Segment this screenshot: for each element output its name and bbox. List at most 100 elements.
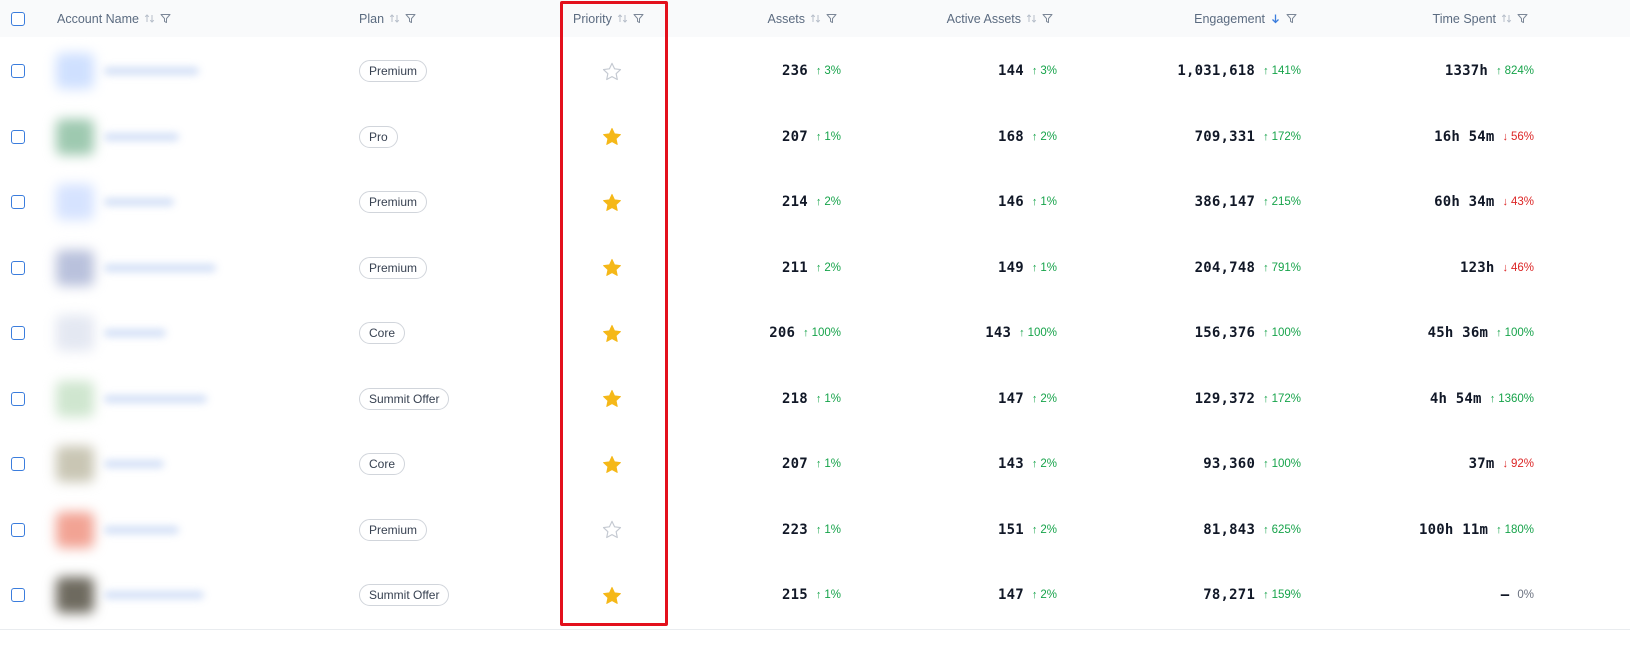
assets-cell: 207 ↑ 1% [782, 430, 841, 498]
active-assets-cell: 149 ↑ 1% [998, 234, 1057, 302]
priority-star-icon[interactable] [602, 193, 622, 212]
sort-icon[interactable] [144, 13, 155, 24]
table-row[interactable]: Core 207 ↑1% 143 ↑2% 93,360 ↑100% 37m [0, 430, 1630, 499]
header-plan[interactable]: Plan [359, 0, 416, 37]
account-name-redacted[interactable] [104, 394, 207, 403]
sort-descending-icon[interactable] [1270, 13, 1281, 24]
engagement-value: 386,147 [1194, 194, 1256, 210]
filter-icon[interactable] [1042, 13, 1053, 24]
sort-icon[interactable] [389, 13, 400, 24]
row-checkbox[interactable] [11, 260, 25, 275]
priority-star-icon[interactable] [602, 258, 622, 277]
account-name-redacted[interactable] [104, 460, 164, 468]
engagement-cell: 386,147 ↑ 215% [1195, 168, 1301, 236]
row-checkbox[interactable] [11, 522, 25, 537]
filter-icon[interactable] [1517, 13, 1528, 24]
account-name-cell[interactable] [49, 233, 264, 302]
account-name-cell[interactable] [49, 299, 264, 367]
priority-star-icon[interactable] [602, 520, 622, 539]
filter-icon[interactable] [405, 13, 416, 24]
priority-star-icon[interactable] [602, 389, 622, 408]
assets-delta: ↑ 2% [816, 196, 841, 208]
select-all-checkbox[interactable] [11, 11, 25, 26]
priority-cell [602, 103, 622, 171]
row-checkbox[interactable] [11, 326, 25, 340]
filter-icon[interactable] [160, 13, 171, 24]
table-row[interactable]: Premium 236 ↑ 3% 144 ↑ 3% 1,031,618 ↑ 141% [0, 37, 1630, 106]
sort-icon[interactable] [810, 13, 821, 24]
assets-delta-value: 100% [811, 327, 841, 339]
priority-star-icon[interactable] [602, 586, 622, 605]
engagement-delta-value: 172% [1271, 392, 1301, 405]
active-assets-cell: 151 ↑ 2% [998, 496, 1057, 564]
account-name-cell[interactable] [49, 102, 264, 171]
engagement-value: 204,748 [1194, 259, 1256, 276]
active-assets-value: 168 [997, 128, 1024, 145]
account-name-cell[interactable] [49, 364, 264, 433]
engagement-cell: 204,748 ↑ 791% [1195, 234, 1301, 302]
active-assets-cell: 147 ↑ 2% [998, 365, 1057, 433]
active-assets-delta-value: 2% [1040, 458, 1057, 470]
account-name-redacted[interactable] [104, 591, 204, 599]
account-name-cell[interactable] [49, 168, 264, 236]
time-spent-cell: 16h 54m ↓ 56% [1434, 103, 1534, 171]
filter-icon[interactable] [1286, 13, 1297, 24]
account-name-cell[interactable] [49, 430, 264, 498]
time-spent-delta-value: 56% [1510, 130, 1534, 143]
filter-icon[interactable] [826, 13, 837, 24]
table-row[interactable]: Premium 214 ↑2% 146 ↑1% 386,147 ↑215% [0, 168, 1630, 237]
account-name-cell[interactable] [49, 495, 264, 564]
table-row[interactable]: Premium 211 ↑2% 149 ↑1% 204,748 ↑791% [0, 233, 1630, 303]
active-assets-delta: ↑ 3% [1032, 65, 1057, 77]
plan-badge: Core [359, 453, 406, 475]
header-active-assets[interactable]: Active Assets [947, 0, 1053, 37]
header-assets[interactable]: Assets [767, 0, 837, 37]
table-row[interactable]: Core 206 ↑ 100% 143 ↑ 100% 156,376 ↑ 100% [0, 299, 1630, 368]
row-checkbox[interactable] [11, 129, 25, 144]
account-name-cell[interactable] [49, 561, 264, 629]
sort-icon[interactable] [1026, 13, 1037, 24]
header-time-spent[interactable]: Time Spent [1433, 0, 1528, 37]
table-row[interactable]: Premium 223 ↑1% 151 ↑2% 81,843 ↑625% [0, 495, 1630, 565]
header-account-name[interactable]: Account Name [57, 0, 171, 37]
engagement-value: 156,376 [1194, 325, 1256, 341]
table-row[interactable]: Summit Offer 215 ↑ 1% 147 ↑ 2% 78,271 ↑ 159… [0, 561, 1630, 630]
account-name-redacted[interactable] [104, 525, 179, 534]
priority-star-icon[interactable] [602, 455, 622, 474]
row-checkbox[interactable] [11, 457, 25, 471]
assets-value: 218 [781, 390, 808, 407]
priority-star-icon[interactable] [602, 127, 622, 146]
account-name-cell[interactable] [49, 37, 264, 105]
trend-arrow-icon: ↑ [815, 261, 822, 274]
header-priority[interactable]: Priority [573, 0, 644, 37]
table-row[interactable]: Pro 207 ↑1% 168 ↑2% 709,331 ↑172% 16h [0, 102, 1630, 172]
filter-icon[interactable] [633, 13, 644, 24]
sort-icon[interactable] [1501, 13, 1512, 24]
active-assets-value: 147 [997, 587, 1024, 603]
priority-cell [602, 234, 622, 302]
trend-arrow-icon: ↑ [815, 130, 822, 143]
row-checkbox[interactable] [11, 64, 25, 78]
plan-cell: Core [359, 430, 406, 498]
table-row[interactable]: Summit Offer 218 ↑ 1% 147 ↑ 2% 129,372 ↑ 17… [0, 364, 1630, 434]
account-name-redacted[interactable] [104, 198, 174, 206]
trend-arrow-icon: ↑ [1263, 130, 1269, 143]
priority-star-icon[interactable] [602, 62, 622, 81]
trend-arrow-icon: ↑ [815, 523, 822, 536]
trend-arrow-icon: ↑ [1031, 523, 1038, 536]
trend-arrow-icon: ↓ [1502, 130, 1508, 143]
time-spent-delta: ↓ 56% [1502, 131, 1534, 143]
header-engagement[interactable]: Engagement [1194, 0, 1297, 37]
sort-icon[interactable] [617, 13, 628, 24]
priority-star-icon[interactable] [602, 324, 622, 343]
row-checkbox[interactable] [11, 588, 25, 602]
account-name-redacted[interactable] [104, 263, 216, 272]
account-name-redacted[interactable] [104, 67, 199, 75]
engagement-delta-value: 215% [1271, 196, 1301, 208]
engagement-value: 129,372 [1194, 390, 1256, 407]
priority-cell [602, 168, 622, 236]
account-name-redacted[interactable] [104, 132, 179, 141]
account-name-redacted[interactable] [104, 329, 166, 337]
row-checkbox[interactable] [11, 195, 25, 209]
row-checkbox[interactable] [11, 391, 25, 406]
